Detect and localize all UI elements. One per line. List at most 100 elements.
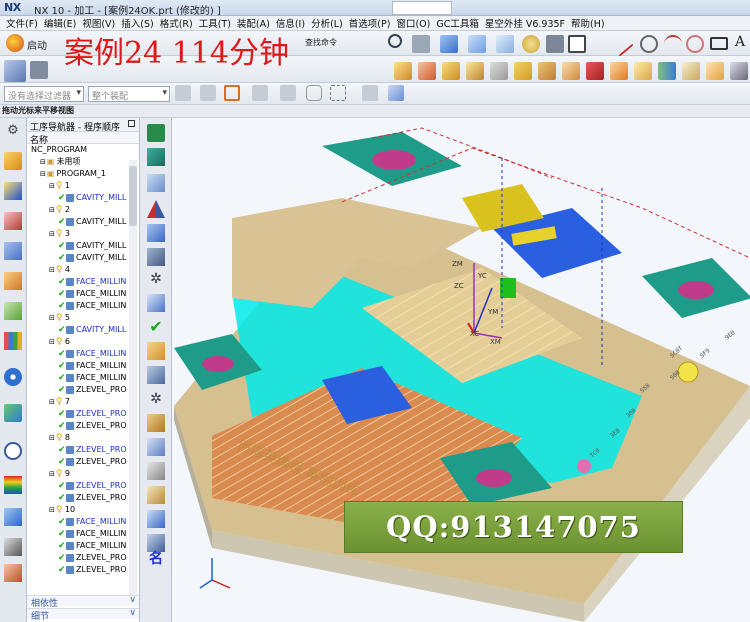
group-row[interactable]: ⊟♀ 8: [27, 432, 139, 444]
operation-row[interactable]: ✔ ZLEVEL_PRO: [27, 552, 139, 564]
method-icon[interactable]: [418, 62, 436, 80]
list-icon[interactable]: [538, 62, 556, 80]
constraint-icon[interactable]: [4, 272, 22, 290]
name-icon[interactable]: 名: [147, 550, 165, 568]
expand-toggle-icon[interactable]: ⊟: [49, 314, 55, 322]
block-icon[interactable]: [634, 62, 652, 80]
operation-row[interactable]: ✔ ZLEVEL_PRO: [27, 420, 139, 432]
wifi-icon[interactable]: [4, 368, 22, 386]
operation-row[interactable]: ✔ ZLEVEL_PRO: [27, 564, 139, 576]
quick-access-strip[interactable]: [392, 1, 452, 15]
expand-toggle-icon[interactable]: ⊟: [49, 338, 55, 346]
operation-row[interactable]: ✔ ZLEVEL_PRO: [27, 456, 139, 468]
operation-row[interactable]: ✔ CAVITY_MILL: [27, 324, 139, 336]
name-tag-icon[interactable]: [147, 294, 165, 312]
operation-row[interactable]: ✔ FACE_MILLIN: [27, 540, 139, 552]
sail-icon[interactable]: [147, 200, 165, 218]
group-row[interactable]: ⊟♀ 7: [27, 396, 139, 408]
group-row[interactable]: ⊟♀ 9: [27, 468, 139, 480]
operation-row[interactable]: ✔ ZLEVEL_PRO: [27, 384, 139, 396]
menu-item[interactable]: 星空外挂 V6.935F: [485, 16, 565, 30]
snap-point-icon[interactable]: [224, 85, 240, 101]
table-icon[interactable]: [682, 62, 700, 80]
snap-icon-4[interactable]: [280, 85, 296, 101]
replay-icon[interactable]: [490, 62, 508, 80]
hand-icon[interactable]: [4, 538, 22, 556]
tool-view-icon[interactable]: [147, 224, 165, 242]
expand-toggle-icon[interactable]: ⊟: [49, 398, 55, 406]
menu-item[interactable]: 格式(R): [160, 16, 193, 30]
text-icon[interactable]: A: [735, 34, 745, 50]
type-filter-combo[interactable]: 没有选择过滤器: [4, 86, 84, 102]
expand-toggle-icon[interactable]: ⊟: [49, 206, 55, 214]
gear-2-icon[interactable]: ✲: [147, 390, 165, 408]
shaded-icon[interactable]: [496, 35, 514, 53]
gear-settings-icon[interactable]: ✲: [147, 270, 165, 288]
operation-row[interactable]: ✔ FACE_MILLIN: [27, 288, 139, 300]
menu-item[interactable]: 帮助(H): [571, 16, 605, 30]
group-row[interactable]: ⊟♀ 1: [27, 180, 139, 192]
move-icon[interactable]: [147, 510, 165, 528]
generate-icon[interactable]: [466, 62, 484, 80]
menu-item[interactable]: 装配(A): [237, 16, 270, 30]
operation-row[interactable]: ✔ CAVITY_MILL: [27, 192, 139, 204]
wireframe-icon[interactable]: [468, 35, 486, 53]
menu-item[interactable]: 工具(T): [199, 16, 231, 30]
box-select-icon[interactable]: [330, 85, 346, 101]
machine-tool-icon[interactable]: [4, 182, 22, 200]
operation-row[interactable]: ✔ FACE_MILLIN: [27, 528, 139, 540]
table-2-icon[interactable]: [147, 486, 165, 504]
navigator-scrollbar[interactable]: [129, 160, 137, 596]
group-row[interactable]: ⊟♀ 6: [27, 336, 139, 348]
snap-icon-1[interactable]: [175, 85, 191, 101]
operation-row[interactable]: ✔ FACE_MILLIN: [27, 348, 139, 360]
find-command-label[interactable]: 查找命令: [305, 37, 337, 48]
create-program-icon[interactable]: [4, 60, 26, 82]
assembly-navigator-icon[interactable]: [4, 242, 22, 260]
program-row[interactable]: ⊟▣ PROGRAM_1: [27, 168, 139, 180]
cutter-icon[interactable]: [147, 462, 165, 480]
book-icon[interactable]: [658, 62, 676, 80]
menu-item[interactable]: 窗口(O): [396, 16, 430, 30]
expand-toggle-icon[interactable]: ⊟: [49, 434, 55, 442]
operation-row[interactable]: ✔ CAVITY_MILL: [27, 240, 139, 252]
operation-row[interactable]: ✔ ZLEVEL_PRO: [27, 492, 139, 504]
group-row[interactable]: ⊟♀ 2: [27, 204, 139, 216]
wrench-icon[interactable]: [147, 366, 165, 384]
line-icon[interactable]: [608, 31, 634, 57]
cut-icon[interactable]: [610, 62, 628, 80]
details-panel[interactable]: 细节: [27, 608, 139, 622]
restore-icon[interactable]: [128, 120, 135, 127]
snap-icon-2[interactable]: [200, 85, 216, 101]
menu-item[interactable]: 编辑(E): [44, 16, 76, 30]
assembly-scope-combo[interactable]: 整个装配: [88, 86, 170, 102]
group-row[interactable]: ⊟♀ 10: [27, 504, 139, 516]
expand-toggle-icon[interactable]: ⊟: [49, 230, 55, 238]
expand-toggle-icon[interactable]: ⊟: [49, 470, 55, 478]
camera-icon[interactable]: [730, 62, 748, 80]
group-row[interactable]: ⊟♀ 3: [27, 228, 139, 240]
render-icon[interactable]: [546, 35, 564, 53]
shopdoc-icon[interactable]: [586, 62, 604, 80]
operation-row[interactable]: ✔ FACE_MILLIN: [27, 276, 139, 288]
cube-select-icon[interactable]: [388, 85, 404, 101]
check-icon[interactable]: ✔: [147, 318, 165, 336]
export-icon[interactable]: [706, 62, 724, 80]
menu-item[interactable]: 信息(I): [276, 16, 305, 30]
operation-row[interactable]: ✔ CAVITY_MILL: [27, 216, 139, 228]
operation-row[interactable]: ✔ ZLEVEL_PRO: [27, 408, 139, 420]
circle-icon[interactable]: [686, 35, 704, 53]
tree-icon[interactable]: [147, 342, 165, 360]
operation-row[interactable]: ✔ FACE_MILLIN: [27, 372, 139, 384]
operation-row[interactable]: ✔ CAVITY_MILL: [27, 252, 139, 264]
rectangle-icon[interactable]: [710, 37, 728, 50]
drill-icon[interactable]: [147, 414, 165, 432]
arc-icon[interactable]: [640, 35, 658, 53]
program-row[interactable]: ⊟▣ 未用项: [27, 156, 139, 168]
name-column-header[interactable]: 名称: [27, 132, 139, 146]
part-navigator-icon[interactable]: [4, 212, 22, 230]
scroll-thumb[interactable]: [129, 166, 137, 226]
clock-icon[interactable]: [4, 442, 22, 460]
operation-row[interactable]: ✔ FACE_MILLIN: [27, 516, 139, 528]
geometry-icon[interactable]: [394, 62, 412, 80]
